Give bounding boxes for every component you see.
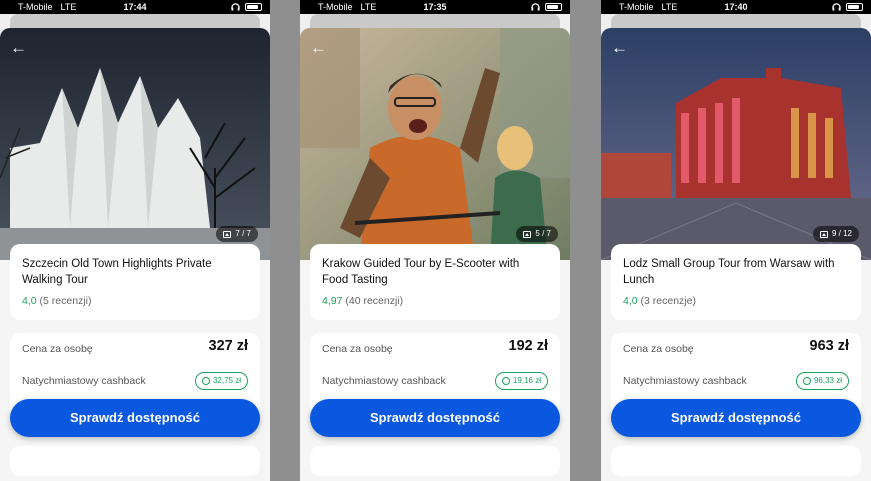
- cashback-label: Natychmiastowy cashback: [623, 375, 747, 387]
- rating[interactable]: 4,0 (3 recenzje): [623, 295, 696, 307]
- tour-photo[interactable]: ← 5 / 7: [300, 28, 570, 260]
- photo-counter-text: 9 / 12: [831, 229, 852, 238]
- image-icon: [223, 230, 232, 238]
- status-bar: T-Mobile LTE 17:40: [601, 0, 871, 14]
- price-label: Cena za osobę: [22, 343, 93, 355]
- cashback-badge: 32,75 zł: [194, 372, 248, 390]
- cashback-badge: 19,16 zł: [494, 372, 548, 390]
- price-value: 327 zł: [208, 338, 249, 354]
- phone-screen-lodz: T-Mobile LTE 17:40 ← 9 / 12 Lodz Small G…: [601, 0, 871, 481]
- back-arrow-icon[interactable]: ←: [310, 39, 327, 56]
- back-arrow-icon[interactable]: ←: [10, 39, 27, 56]
- rating-score: 4,0: [623, 295, 638, 307]
- cashback-value: 19,16 zł: [512, 376, 541, 385]
- coin-icon: [201, 377, 210, 385]
- tour-title: Krakow Guided Tour by E-Scooter with Foo…: [322, 258, 520, 286]
- check-availability-button[interactable]: Sprawdź dostępność: [310, 399, 560, 437]
- tour-photo[interactable]: ← 7 / 7: [0, 28, 270, 260]
- coin-icon: [802, 377, 811, 385]
- title-card: Krakow Guided Tour by E-Scooter with Foo…: [310, 244, 560, 320]
- back-arrow-icon[interactable]: ←: [611, 39, 628, 56]
- clock-text: 17:40: [724, 2, 748, 12]
- review-count: (40 recenzji): [345, 295, 404, 307]
- coin-icon: [501, 377, 510, 385]
- price-label: Cena za osobę: [322, 343, 393, 355]
- clock-text: 17:44: [123, 2, 147, 12]
- headphones-icon: [231, 3, 240, 11]
- phone-screen-szczecin: T-Mobile LTE 17:44 ← 7 / 7 Szczecin Old T…: [0, 0, 270, 481]
- tour-title: Lodz Small Group Tour from Warsaw with L…: [623, 258, 835, 286]
- photo-counter: 9 / 12: [812, 226, 859, 242]
- price-value: 963 zł: [809, 338, 850, 354]
- check-availability-button[interactable]: Sprawdź dostępność: [10, 399, 260, 437]
- status-bar: T-Mobile LTE 17:35: [300, 0, 570, 14]
- clock-text: 17:35: [423, 2, 447, 12]
- battery-icon: [545, 3, 562, 11]
- headphones-icon: [531, 3, 540, 11]
- photo-counter: 5 / 7: [516, 226, 558, 242]
- battery-icon: [846, 3, 863, 11]
- next-card: [10, 446, 260, 476]
- cashback-value: 96,33 zł: [813, 376, 842, 385]
- next-card: [310, 446, 560, 476]
- battery-icon: [245, 3, 262, 11]
- phone-screen-krakow: T-Mobile LTE 17:35 ← 5 / 7 Krakow Guided…: [300, 0, 570, 481]
- cashback-label: Natychmiastowy cashback: [322, 375, 446, 387]
- image-icon: [819, 230, 828, 238]
- review-count: (3 recenzje): [640, 295, 696, 307]
- next-card: [611, 446, 861, 476]
- cashback-value: 32,75 zł: [212, 376, 241, 385]
- title-card: Lodz Small Group Tour from Warsaw with L…: [611, 244, 861, 320]
- rating-score: 4,97: [322, 295, 343, 307]
- rating-score: 4,0: [22, 295, 37, 307]
- photo-counter: 7 / 7: [216, 226, 258, 242]
- status-bar: T-Mobile LTE 17:44: [0, 0, 270, 14]
- photo-counter-text: 5 / 7: [535, 229, 551, 238]
- tour-photo[interactable]: ← 9 / 12: [601, 28, 871, 260]
- rating[interactable]: 4,0 (5 recenzji): [22, 295, 91, 307]
- review-count: (5 recenzji): [39, 295, 92, 307]
- rating[interactable]: 4,97 (40 recenzji): [322, 295, 403, 307]
- tour-title: Szczecin Old Town Highlights Private Wal…: [22, 258, 212, 286]
- check-availability-button[interactable]: Sprawdź dostępność: [611, 399, 861, 437]
- cashback-label: Natychmiastowy cashback: [22, 375, 146, 387]
- image-icon: [523, 230, 532, 238]
- headphones-icon: [832, 3, 841, 11]
- price-value: 192 zł: [508, 338, 549, 354]
- title-card: Szczecin Old Town Highlights Private Wal…: [10, 244, 260, 320]
- cashback-badge: 96,33 zł: [795, 372, 849, 390]
- photo-counter-text: 7 / 7: [235, 229, 251, 238]
- price-label: Cena za osobę: [623, 343, 694, 355]
